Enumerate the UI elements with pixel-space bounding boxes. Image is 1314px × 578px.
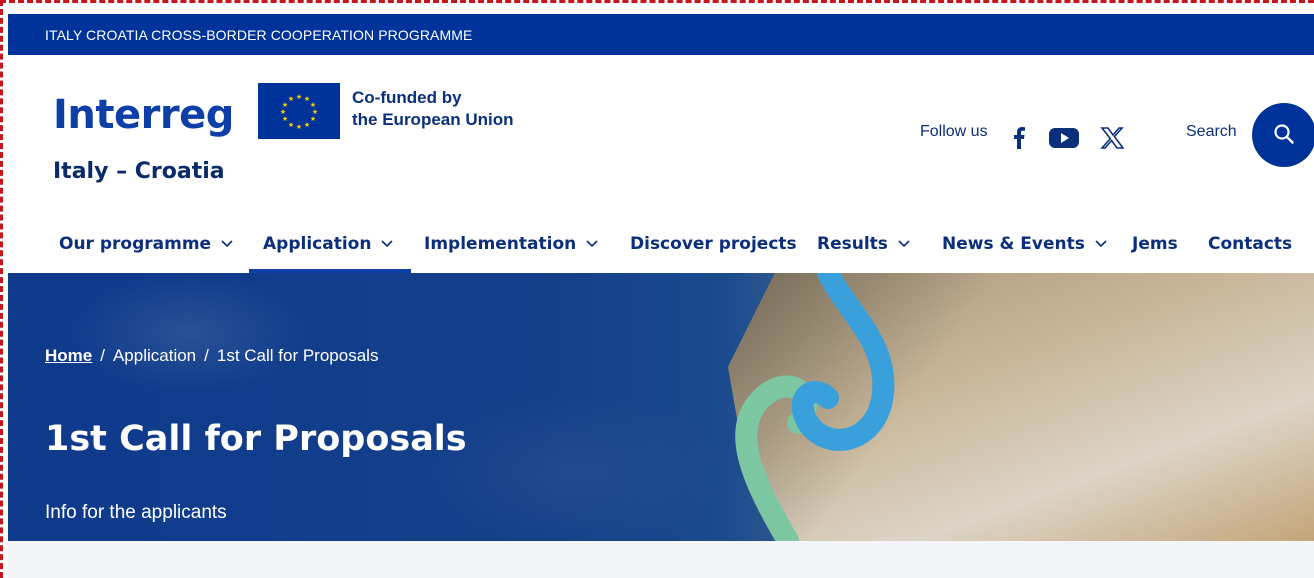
eu-line-1: Co-funded by [352,88,462,107]
page-subtitle: Info for the applicants [45,502,227,523]
chevron-down-icon [898,240,910,248]
eu-flag-icon: ★ ★ ★ ★ ★ ★ ★ ★ ★ ★ ★ ★ [258,83,340,139]
nav-label: Implementation [424,234,577,254]
chevron-down-icon [381,240,394,248]
interreg-logo[interactable]: Interreg [53,91,234,139]
nav-contacts[interactable]: Contacts [1208,215,1292,273]
nav-label: Contacts [1208,234,1293,254]
topbar-text: ITALY CROATIA CROSS-BORDER COOPERATION P… [45,26,473,43]
eu-line-2: the European Union [352,110,514,129]
nav-discover-projects[interactable]: Discover projects [630,215,797,273]
follow-us-label: Follow us [920,123,988,140]
svg-text:★: ★ [304,121,310,129]
nav-jems[interactable]: Jems [1132,215,1178,273]
svg-text:★: ★ [296,123,302,131]
programme-topbar: ITALY CROATIA CROSS-BORDER COOPERATION P… [8,14,1314,55]
chevron-down-icon [221,240,233,248]
logo-wordmark: Interreg [53,92,234,138]
search-label: Search [1186,123,1237,140]
nav-label: Our programme [59,234,212,254]
search-icon [1273,123,1295,148]
svg-text:★: ★ [288,95,294,103]
breadcrumb-application-link[interactable]: Application [113,346,196,366]
nav-implementation[interactable]: Implementation [424,215,598,273]
facebook-icon[interactable] [1008,125,1030,151]
nav-label: Jems [1132,234,1178,254]
nav-label: News & Events [942,234,1085,254]
wave-decoration [735,273,895,541]
svg-text:★: ★ [310,115,316,123]
breadcrumb-separator: / [204,346,209,365]
logo-subtitle: Italy – Croatia [53,159,225,184]
nav-label: Discover projects [630,234,797,254]
nav-news-events[interactable]: News & Events [942,215,1107,273]
breadcrumb-separator: / [100,346,105,365]
search-button[interactable] [1252,103,1314,167]
youtube-icon[interactable] [1048,125,1080,151]
nav-our-programme[interactable]: Our programme [59,215,233,273]
svg-text:★: ★ [288,121,294,129]
content-area [8,541,1314,578]
nav-label: Results [817,234,888,254]
page-title: 1st Call for Proposals [45,419,467,459]
chevron-down-icon [586,240,598,248]
chevron-down-icon [1095,240,1107,248]
nav-application[interactable]: Application [248,215,412,273]
breadcrumb-home-link[interactable]: Home [45,346,92,366]
eu-cofunded-text: Co-funded by the European Union [352,87,514,131]
breadcrumb: Home / Application / 1st Call for Propos… [45,346,378,366]
site-header: Interreg Italy – Croatia ★ ★ ★ ★ ★ ★ ★ ★… [8,55,1314,273]
breadcrumb-current: 1st Call for Proposals [216,346,379,365]
x-icon[interactable] [1098,125,1126,151]
nav-results[interactable]: Results [817,215,910,273]
main-nav: Our programme Application Implementation… [8,215,1314,273]
nav-label: Application [263,234,372,254]
hero-banner: Home / Application / 1st Call for Propos… [8,273,1314,541]
svg-text:★: ★ [296,93,302,101]
svg-text:★: ★ [280,108,286,116]
svg-text:★: ★ [282,115,288,123]
